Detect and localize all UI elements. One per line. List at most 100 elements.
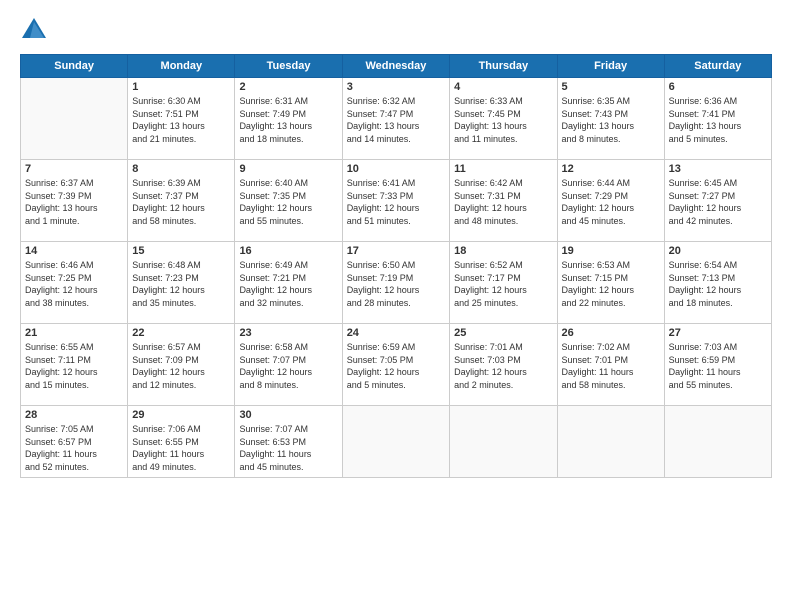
calendar-cell: 4Sunrise: 6:33 AM Sunset: 7:45 PM Daylig… <box>450 78 557 160</box>
weekday-header-thursday: Thursday <box>450 55 557 78</box>
day-number: 23 <box>239 327 337 339</box>
weekday-header-row: SundayMondayTuesdayWednesdayThursdayFrid… <box>21 55 772 78</box>
day-info: Sunrise: 6:42 AM Sunset: 7:31 PM Dayligh… <box>454 177 552 227</box>
day-info: Sunrise: 7:06 AM Sunset: 6:55 PM Dayligh… <box>132 423 230 473</box>
day-info: Sunrise: 6:35 AM Sunset: 7:43 PM Dayligh… <box>562 95 660 145</box>
calendar-cell: 6 Sunrise: 6:36 AM Sunset: 7:41 PM Daylig… <box>664 78 771 160</box>
day-number: 15 <box>132 245 230 257</box>
day-info: Sunrise: 6:41 AM Sunset: 7:33 PM Dayligh… <box>347 177 445 227</box>
weekday-header-sunday: Sunday <box>21 55 128 78</box>
calendar-cell: 10 Sunrise: 6:41 AM Sunset: 7:33 PM Dayli… <box>342 160 449 242</box>
day-info: Sunrise: 6:52 AM Sunset: 7:17 PM Dayligh… <box>454 259 552 309</box>
calendar-cell <box>664 406 771 478</box>
calendar-cell: 2 Sunrise: 6:31 AM Sunset: 7:49 PM Daylig… <box>235 78 342 160</box>
calendar-cell: 21Sunrise: 6:55 AM Sunset: 7:11 PM Dayli… <box>21 324 128 406</box>
calendar-cell: 22 Sunrise: 6:57 AM Sunset: 7:09 PM Dayli… <box>128 324 235 406</box>
day-info: Sunrise: 6:50 AM Sunset: 7:19 PM Dayligh… <box>347 259 445 309</box>
week-row-3: 21Sunrise: 6:55 AM Sunset: 7:11 PM Dayli… <box>21 324 772 406</box>
day-info: Sunrise: 6:54 AM Sunset: 7:13 PM Dayligh… <box>669 259 767 309</box>
day-info: Sunrise: 6:45 AM Sunset: 7:27 PM Dayligh… <box>669 177 767 227</box>
calendar-cell: 18 Sunrise: 6:52 AM Sunset: 7:17 PM Dayli… <box>450 242 557 324</box>
day-number: 10 <box>347 163 445 175</box>
day-number: 24 <box>347 327 445 339</box>
day-number: 25 <box>454 327 552 339</box>
day-info: Sunrise: 6:58 AM Sunset: 7:07 PM Dayligh… <box>239 341 337 391</box>
calendar-cell: 15 Sunrise: 6:48 AM Sunset: 7:23 PM Dayli… <box>128 242 235 324</box>
day-info: Sunrise: 7:02 AM Sunset: 7:01 PM Dayligh… <box>562 341 660 391</box>
day-number: 3 <box>347 81 445 93</box>
day-number: 18 <box>454 245 552 257</box>
calendar-cell: 3 Sunrise: 6:32 AM Sunset: 7:47 PM Daylig… <box>342 78 449 160</box>
calendar-cell: 26 Sunrise: 7:02 AM Sunset: 7:01 PM Dayli… <box>557 324 664 406</box>
calendar-cell: 27 Sunrise: 7:03 AM Sunset: 6:59 PM Dayli… <box>664 324 771 406</box>
day-info: Sunrise: 6:49 AM Sunset: 7:21 PM Dayligh… <box>239 259 337 309</box>
calendar-table: SundayMondayTuesdayWednesdayThursdayFrid… <box>20 54 772 478</box>
day-number: 6 <box>669 81 767 93</box>
day-info: Sunrise: 7:03 AM Sunset: 6:59 PM Dayligh… <box>669 341 767 391</box>
calendar-cell: 5Sunrise: 6:35 AM Sunset: 7:43 PM Daylig… <box>557 78 664 160</box>
day-info: Sunrise: 6:31 AM Sunset: 7:49 PM Dayligh… <box>239 95 337 145</box>
day-info: Sunrise: 6:36 AM Sunset: 7:41 PM Dayligh… <box>669 95 767 145</box>
logo-icon <box>20 16 48 44</box>
day-number: 20 <box>669 245 767 257</box>
weekday-header-monday: Monday <box>128 55 235 78</box>
day-number: 7 <box>25 163 123 175</box>
day-number: 12 <box>562 163 660 175</box>
day-number: 1 <box>132 81 230 93</box>
page: SundayMondayTuesdayWednesdayThursdayFrid… <box>0 0 792 612</box>
week-row-1: 7 Sunrise: 6:37 AM Sunset: 7:39 PM Daylig… <box>21 160 772 242</box>
day-number: 2 <box>239 81 337 93</box>
header <box>20 16 772 44</box>
calendar-cell: 19Sunrise: 6:53 AM Sunset: 7:15 PM Dayli… <box>557 242 664 324</box>
calendar-cell: 23 Sunrise: 6:58 AM Sunset: 7:07 PM Dayli… <box>235 324 342 406</box>
day-number: 21 <box>25 327 123 339</box>
calendar-cell: 1 Sunrise: 6:30 AM Sunset: 7:51 PM Daylig… <box>128 78 235 160</box>
day-info: Sunrise: 7:07 AM Sunset: 6:53 PM Dayligh… <box>239 423 337 473</box>
calendar-cell: 7 Sunrise: 6:37 AM Sunset: 7:39 PM Daylig… <box>21 160 128 242</box>
weekday-header-friday: Friday <box>557 55 664 78</box>
day-info: Sunrise: 6:59 AM Sunset: 7:05 PM Dayligh… <box>347 341 445 391</box>
calendar-cell <box>21 78 128 160</box>
weekday-header-saturday: Saturday <box>664 55 771 78</box>
calendar-cell: 12Sunrise: 6:44 AM Sunset: 7:29 PM Dayli… <box>557 160 664 242</box>
calendar-cell: 14 Sunrise: 6:46 AM Sunset: 7:25 PM Dayli… <box>21 242 128 324</box>
day-info: Sunrise: 6:30 AM Sunset: 7:51 PM Dayligh… <box>132 95 230 145</box>
calendar-cell: 8Sunrise: 6:39 AM Sunset: 7:37 PM Daylig… <box>128 160 235 242</box>
week-row-4: 28 Sunrise: 7:05 AM Sunset: 6:57 PM Dayli… <box>21 406 772 478</box>
day-number: 13 <box>669 163 767 175</box>
day-info: Sunrise: 6:33 AM Sunset: 7:45 PM Dayligh… <box>454 95 552 145</box>
calendar-cell: 28 Sunrise: 7:05 AM Sunset: 6:57 PM Dayli… <box>21 406 128 478</box>
weekday-header-tuesday: Tuesday <box>235 55 342 78</box>
day-number: 14 <box>25 245 123 257</box>
day-info: Sunrise: 6:32 AM Sunset: 7:47 PM Dayligh… <box>347 95 445 145</box>
day-number: 27 <box>669 327 767 339</box>
calendar-cell <box>342 406 449 478</box>
calendar-cell: 20 Sunrise: 6:54 AM Sunset: 7:13 PM Dayli… <box>664 242 771 324</box>
day-number: 28 <box>25 409 123 421</box>
calendar-cell <box>450 406 557 478</box>
day-number: 9 <box>239 163 337 175</box>
day-info: Sunrise: 6:46 AM Sunset: 7:25 PM Dayligh… <box>25 259 123 309</box>
calendar-cell: 17 Sunrise: 6:50 AM Sunset: 7:19 PM Dayli… <box>342 242 449 324</box>
day-number: 26 <box>562 327 660 339</box>
day-number: 19 <box>562 245 660 257</box>
calendar-cell: 13 Sunrise: 6:45 AM Sunset: 7:27 PM Dayli… <box>664 160 771 242</box>
week-row-2: 14 Sunrise: 6:46 AM Sunset: 7:25 PM Dayli… <box>21 242 772 324</box>
calendar-cell: 29 Sunrise: 7:06 AM Sunset: 6:55 PM Dayli… <box>128 406 235 478</box>
calendar-cell: 30 Sunrise: 7:07 AM Sunset: 6:53 PM Dayli… <box>235 406 342 478</box>
day-info: Sunrise: 7:05 AM Sunset: 6:57 PM Dayligh… <box>25 423 123 473</box>
day-number: 22 <box>132 327 230 339</box>
week-row-0: 1 Sunrise: 6:30 AM Sunset: 7:51 PM Daylig… <box>21 78 772 160</box>
day-info: Sunrise: 6:57 AM Sunset: 7:09 PM Dayligh… <box>132 341 230 391</box>
day-number: 16 <box>239 245 337 257</box>
day-info: Sunrise: 6:39 AM Sunset: 7:37 PM Dayligh… <box>132 177 230 227</box>
day-info: Sunrise: 6:37 AM Sunset: 7:39 PM Dayligh… <box>25 177 123 227</box>
day-number: 29 <box>132 409 230 421</box>
calendar-cell: 24 Sunrise: 6:59 AM Sunset: 7:05 PM Dayli… <box>342 324 449 406</box>
day-number: 11 <box>454 163 552 175</box>
day-number: 30 <box>239 409 337 421</box>
calendar-cell: 9Sunrise: 6:40 AM Sunset: 7:35 PM Daylig… <box>235 160 342 242</box>
day-number: 17 <box>347 245 445 257</box>
calendar-cell: 16 Sunrise: 6:49 AM Sunset: 7:21 PM Dayli… <box>235 242 342 324</box>
day-info: Sunrise: 6:48 AM Sunset: 7:23 PM Dayligh… <box>132 259 230 309</box>
